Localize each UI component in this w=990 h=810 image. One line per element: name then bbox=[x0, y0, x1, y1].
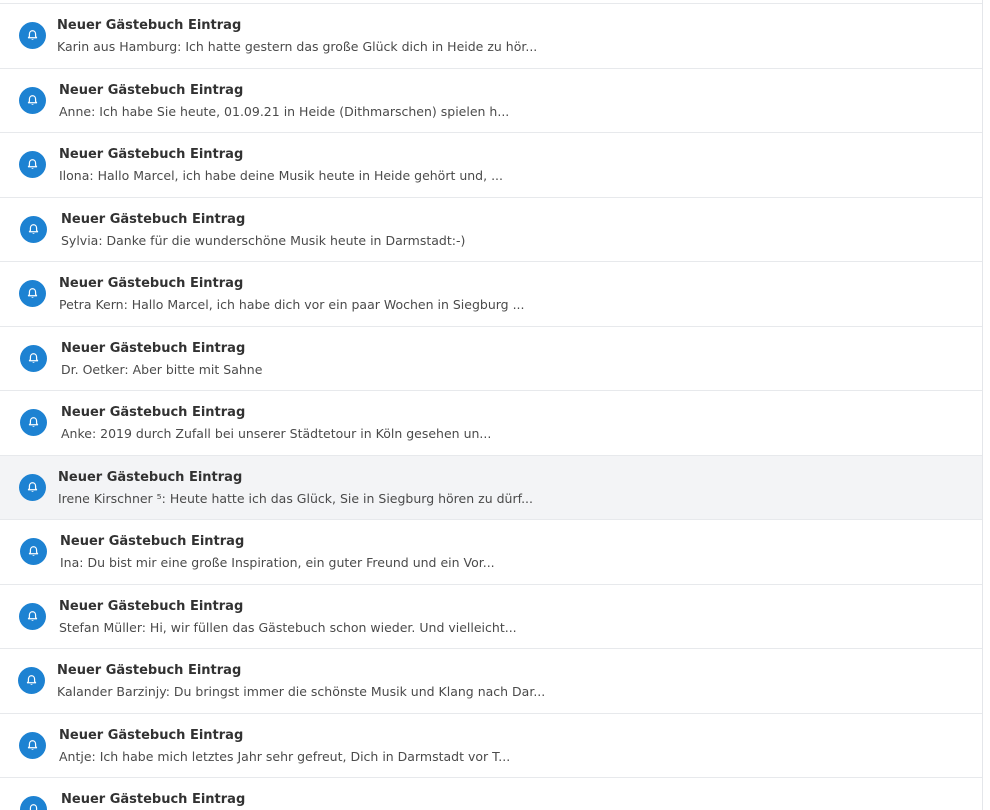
notification-snippet: Sylvia: Danke für die wunderschöne Musik… bbox=[61, 232, 466, 248]
notification-snippet: Irene Kirschner ⁵: Heute hatte ich das G… bbox=[58, 490, 533, 506]
notification-item[interactable]: Neuer Gästebuch Eintrag Karin aus Hambur… bbox=[0, 4, 982, 69]
notification-title: Neuer Gästebuch Eintrag bbox=[61, 211, 246, 227]
notification-item[interactable]: Neuer Gästebuch Eintrag Petra Kern: Hall… bbox=[0, 262, 982, 327]
notification-list: Neuer Gästebuch Eintrag Karin aus Hambur… bbox=[0, 0, 983, 810]
notification-text: Neuer Gästebuch Eintrag Kalander Barzinj… bbox=[57, 662, 545, 700]
notification-snippet: Anne: Ich habe Sie heute, 01.09.21 in He… bbox=[59, 103, 510, 119]
notification-text: Neuer Gästebuch Eintrag Ina: Du bist mir… bbox=[60, 533, 495, 571]
notification-item[interactable]: Neuer Gästebuch Eintrag bbox=[0, 778, 982, 810]
notification-snippet: Kalander Barzinjy: Du bringst immer die … bbox=[57, 684, 546, 699]
notification-item[interactable]: Neuer Gästebuch Eintrag Kalander Barzinj… bbox=[0, 649, 982, 714]
notification-item[interactable]: Neuer Gästebuch Eintrag Anke: 2019 durch… bbox=[0, 391, 982, 456]
notification-snippet: Antje: Ich habe mich letztes Jahr sehr g… bbox=[59, 748, 511, 764]
bell-icon bbox=[19, 22, 46, 49]
notification-text: Neuer Gästebuch Eintrag Anke: 2019 durch… bbox=[61, 404, 491, 442]
notification-title: Neuer Gästebuch Eintrag bbox=[58, 469, 243, 485]
notification-title: Neuer Gästebuch Eintrag bbox=[61, 792, 246, 807]
notification-title: Neuer Gästebuch Eintrag bbox=[59, 276, 244, 291]
notification-snippet: Anke: 2019 durch Zufall bei unserer Städ… bbox=[61, 426, 492, 441]
bell-icon bbox=[19, 151, 46, 178]
notification-text: Neuer Gästebuch Eintrag Sylvia: Danke fü… bbox=[61, 211, 465, 249]
notification-item[interactable]: Neuer Gästebuch Eintrag Ilona: Hallo Mar… bbox=[0, 133, 982, 198]
notification-text: Neuer Gästebuch Eintrag Karin aus Hambur… bbox=[57, 17, 537, 55]
notification-title: Neuer Gästebuch Eintrag bbox=[59, 82, 244, 98]
bell-icon bbox=[19, 473, 46, 501]
notification-snippet: Dr. Oetker: Aber bitte mit Sahne bbox=[61, 361, 263, 377]
notification-item[interactable]: Neuer Gästebuch Eintrag Dr. Oetker: Aber… bbox=[0, 326, 982, 391]
notification-item[interactable]: Neuer Gästebuch Eintrag Anne: Ich habe S… bbox=[0, 68, 982, 133]
notification-item[interactable]: Neuer Gästebuch Eintrag Antje: Ich habe … bbox=[0, 713, 982, 778]
notification-title: Neuer Gästebuch Eintrag bbox=[57, 663, 242, 678]
notification-text: Neuer Gästebuch Eintrag Anne: Ich habe S… bbox=[59, 82, 509, 120]
notification-text: Neuer Gästebuch Eintrag bbox=[61, 791, 245, 810]
notification-snippet: Stefan Müller: Hi, wir füllen das Gästeb… bbox=[59, 619, 517, 635]
notification-title: Neuer Gästebuch Eintrag bbox=[59, 598, 244, 614]
bell-icon bbox=[19, 731, 46, 759]
notification-text: Neuer Gästebuch Eintrag Irene Kirschner … bbox=[58, 469, 533, 507]
notification-text: Neuer Gästebuch Eintrag Petra Kern: Hall… bbox=[59, 275, 525, 313]
bell-icon bbox=[20, 538, 47, 565]
bell-icon bbox=[20, 344, 47, 372]
bell-icon bbox=[20, 215, 47, 243]
notification-title: Neuer Gästebuch Eintrag bbox=[59, 727, 244, 743]
bell-icon bbox=[19, 86, 46, 114]
notification-text: Neuer Gästebuch Eintrag Antje: Ich habe … bbox=[59, 727, 510, 765]
notification-snippet: Petra Kern: Hallo Marcel, ich habe dich … bbox=[59, 297, 525, 312]
notification-title: Neuer Gästebuch Eintrag bbox=[61, 405, 246, 420]
notification-item[interactable]: Neuer Gästebuch Eintrag Ina: Du bist mir… bbox=[0, 520, 982, 585]
notification-item[interactable]: Neuer Gästebuch Eintrag Irene Kirschner … bbox=[0, 455, 982, 520]
notification-title: Neuer Gästebuch Eintrag bbox=[57, 18, 242, 33]
bell-icon bbox=[18, 667, 45, 694]
notification-snippet: Ilona: Hallo Marcel, ich habe deine Musi… bbox=[59, 168, 503, 183]
bell-icon bbox=[19, 602, 46, 630]
notification-snippet: Ina: Du bist mir eine große Inspiration,… bbox=[60, 555, 495, 570]
notification-title: Neuer Gästebuch Eintrag bbox=[59, 147, 244, 162]
bell-icon bbox=[20, 409, 47, 436]
notification-snippet: Karin aus Hamburg: Ich hatte gestern das… bbox=[57, 39, 538, 54]
notification-text: Neuer Gästebuch Eintrag Dr. Oetker: Aber… bbox=[61, 340, 262, 378]
notification-item[interactable]: Neuer Gästebuch Eintrag Sylvia: Danke fü… bbox=[0, 197, 982, 262]
bell-icon bbox=[20, 796, 47, 810]
notification-text: Neuer Gästebuch Eintrag Ilona: Hallo Mar… bbox=[59, 146, 503, 184]
notification-item[interactable]: Neuer Gästebuch Eintrag Stefan Müller: H… bbox=[0, 584, 982, 649]
bell-icon bbox=[19, 280, 46, 307]
notification-text: Neuer Gästebuch Eintrag Stefan Müller: H… bbox=[59, 598, 517, 636]
notification-title: Neuer Gästebuch Eintrag bbox=[61, 340, 246, 356]
notification-title: Neuer Gästebuch Eintrag bbox=[60, 534, 245, 549]
